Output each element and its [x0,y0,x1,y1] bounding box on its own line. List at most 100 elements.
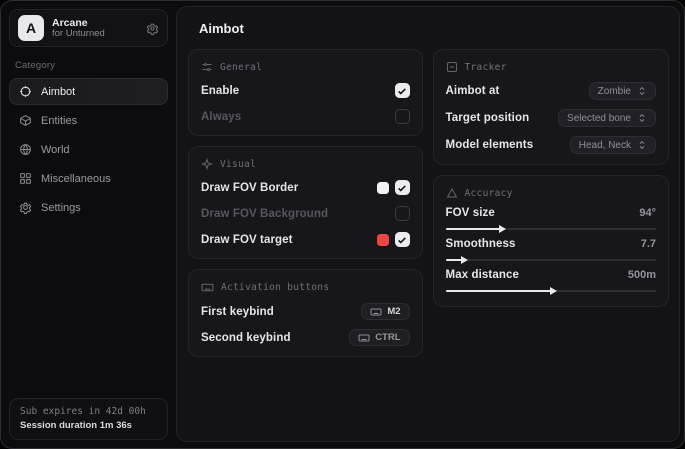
color-swatch-red[interactable] [377,234,389,246]
sidebar-item-settings[interactable]: Settings [9,194,168,221]
section-title: Visual [220,159,256,170]
section-general: General Enable Always [188,49,423,136]
slider-max-distance: Max distance 500m [446,269,656,292]
color-swatch-white[interactable] [377,182,389,194]
slider-label: Max distance [446,269,519,281]
sidebar-item-world[interactable]: World [9,136,168,163]
grid-icon [19,172,32,185]
sparkle-icon [201,158,213,170]
section-activation-buttons: Activation buttons First keybind M2 [188,269,423,357]
setting-label: Always [201,111,241,123]
app-logo: A [18,15,44,41]
gear-icon [19,201,32,214]
model-elements-select[interactable]: Head, Neck [570,136,656,154]
setting-label: Draw FOV Border [201,182,298,194]
fov-target-checkbox[interactable] [395,232,410,247]
second-keybind-button[interactable]: CTRL [349,329,409,346]
setting-label: First keybind [201,306,274,318]
app-name: Arcane [52,17,138,29]
square-minus-icon [446,61,458,73]
keybind-value: CTRL [375,332,400,343]
section-tracker: Tracker Aimbot at Zombie [433,49,669,165]
target-position-select[interactable]: Selected bone [558,109,656,127]
category-label: Category [15,60,168,71]
gear-icon[interactable] [146,22,159,35]
crosshair-icon [19,85,32,98]
chevrons-up-down-icon [637,113,647,123]
setting-label: Draw FOV Background [201,208,328,220]
setting-row-always: Always [201,108,410,125]
setting-label: Model elements [446,139,534,151]
setting-row-aimbot-at: Aimbot at Zombie [446,82,656,100]
keybind-value: M2 [387,306,400,317]
main-panel: Aimbot General Enable [176,6,680,442]
entities-icon [19,114,32,127]
sidebar-nav: Aimbot Entities World [9,78,168,221]
slider-fov-size: FOV size 94° [446,207,656,230]
sidebar-item-label: Aimbot [41,86,75,98]
aimbot-at-select[interactable]: Zombie [589,82,656,100]
sidebar-item-miscellaneous[interactable]: Miscellaneous [9,165,168,192]
setting-row-fov-border: Draw FOV Border [201,179,410,196]
sidebar-item-label: Settings [41,202,81,214]
sidebar-item-label: Miscellaneous [41,173,111,185]
section-accuracy: Accuracy FOV size 94° [433,175,669,307]
slider-smoothness: Smoothness 7.7 [446,238,656,261]
subscription-box: Sub expires in 42d 00h Session duration … [9,398,168,440]
fov-border-checkbox[interactable] [395,180,410,195]
keyboard-icon [370,306,382,318]
first-keybind-button[interactable]: M2 [361,303,409,320]
setting-row-target-position: Target position Selected bone [446,109,656,127]
sidebar-item-aimbot[interactable]: Aimbot [9,78,168,105]
slider-thumb[interactable] [550,287,557,295]
app-window: A Arcane for Unturned Category A [0,0,685,449]
slider-thumb[interactable] [461,256,468,264]
setting-row-second-keybind: Second keybind CTRL [201,329,410,346]
setting-label: Target position [446,112,530,124]
select-value: Head, Neck [579,140,631,151]
section-visual: Visual Draw FOV Border Draw FOV Backgrou… [188,146,423,259]
keyboard-icon [201,281,214,294]
fov-size-slider[interactable] [446,228,656,230]
section-title: Accuracy [465,188,513,199]
session-duration: Session duration 1m 36s [20,420,157,431]
section-title: Tracker [465,62,507,73]
sidebar-item-entities[interactable]: Entities [9,107,168,134]
setting-label: Aimbot at [446,85,500,97]
slider-thumb[interactable] [499,225,506,233]
sliders-icon [201,61,213,73]
slider-value: 7.7 [641,238,656,250]
section-title: Activation buttons [221,282,329,293]
chevrons-up-down-icon [637,86,647,96]
max-distance-slider[interactable] [446,290,656,292]
slider-value: 500m [628,269,656,281]
globe-icon [19,143,32,156]
page-title: Aimbot [199,21,669,36]
app-header: A Arcane for Unturned [9,9,168,47]
smoothness-slider[interactable] [446,259,656,261]
slider-label: FOV size [446,207,495,219]
setting-row-enable: Enable [201,82,410,99]
always-checkbox[interactable] [395,109,410,124]
app-subtitle: for Unturned [52,29,138,40]
keyboard-icon [358,332,370,344]
slider-label: Smoothness [446,238,516,250]
select-value: Selected bone [567,113,631,124]
enable-checkbox[interactable] [395,83,410,98]
triangle-icon [446,187,458,199]
chevrons-up-down-icon [637,140,647,150]
setting-row-fov-target: Draw FOV target [201,231,410,248]
subscription-expiry: Sub expires in 42d 00h [20,406,157,417]
setting-label: Enable [201,85,239,97]
fov-background-checkbox[interactable] [395,206,410,221]
setting-row-model-elements: Model elements Head, Neck [446,136,656,154]
slider-value: 94° [639,207,656,219]
sidebar: A Arcane for Unturned Category A [1,1,176,448]
setting-row-first-keybind: First keybind M2 [201,303,410,320]
sidebar-item-label: Entities [41,115,77,127]
sidebar-item-label: World [41,144,70,156]
select-value: Zombie [598,86,631,97]
section-title: General [220,62,262,73]
setting-label: Second keybind [201,332,291,344]
setting-row-fov-background: Draw FOV Background [201,205,410,222]
